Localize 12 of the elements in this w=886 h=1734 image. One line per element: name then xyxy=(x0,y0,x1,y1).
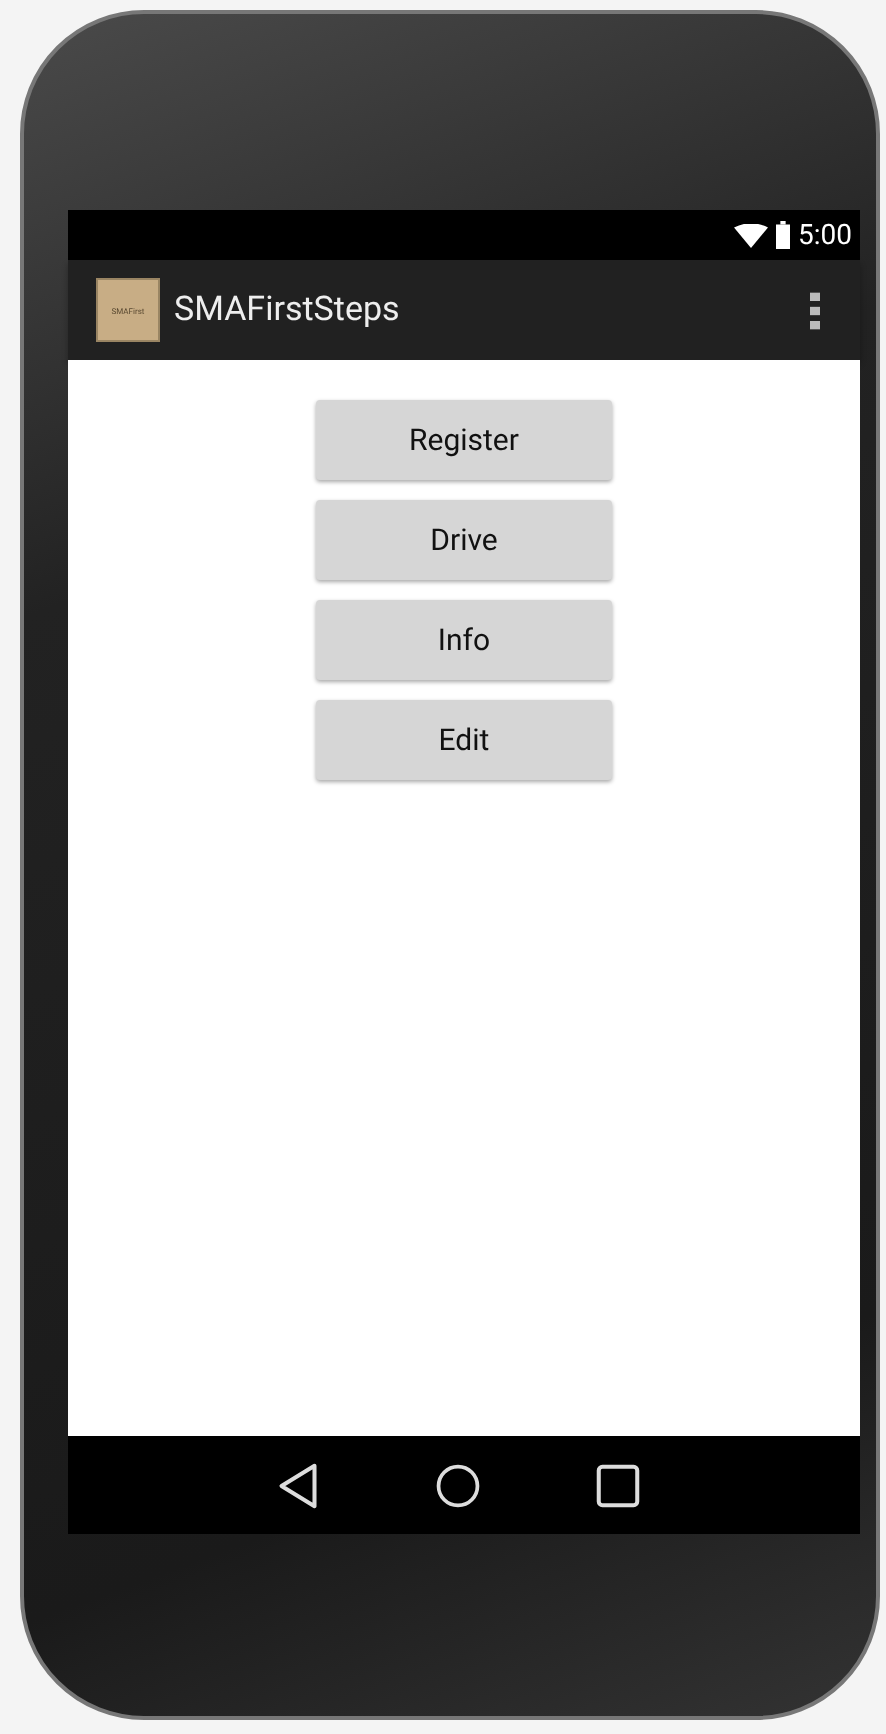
menu-button[interactable]: Drive xyxy=(316,500,612,580)
wifi-icon xyxy=(734,223,768,247)
menu-button[interactable]: Info xyxy=(316,600,612,680)
battery-icon xyxy=(776,220,790,250)
menu-button[interactable]: Edit xyxy=(316,700,612,780)
app-title: SMAFirstSteps xyxy=(174,290,402,330)
home-icon[interactable] xyxy=(436,1461,480,1509)
back-icon[interactable] xyxy=(276,1461,320,1509)
overflow-menu-icon[interactable] xyxy=(810,291,820,329)
menu-button[interactable]: Register xyxy=(316,400,612,480)
clock-time: 5:00 xyxy=(798,219,852,251)
recents-icon[interactable] xyxy=(596,1461,640,1509)
